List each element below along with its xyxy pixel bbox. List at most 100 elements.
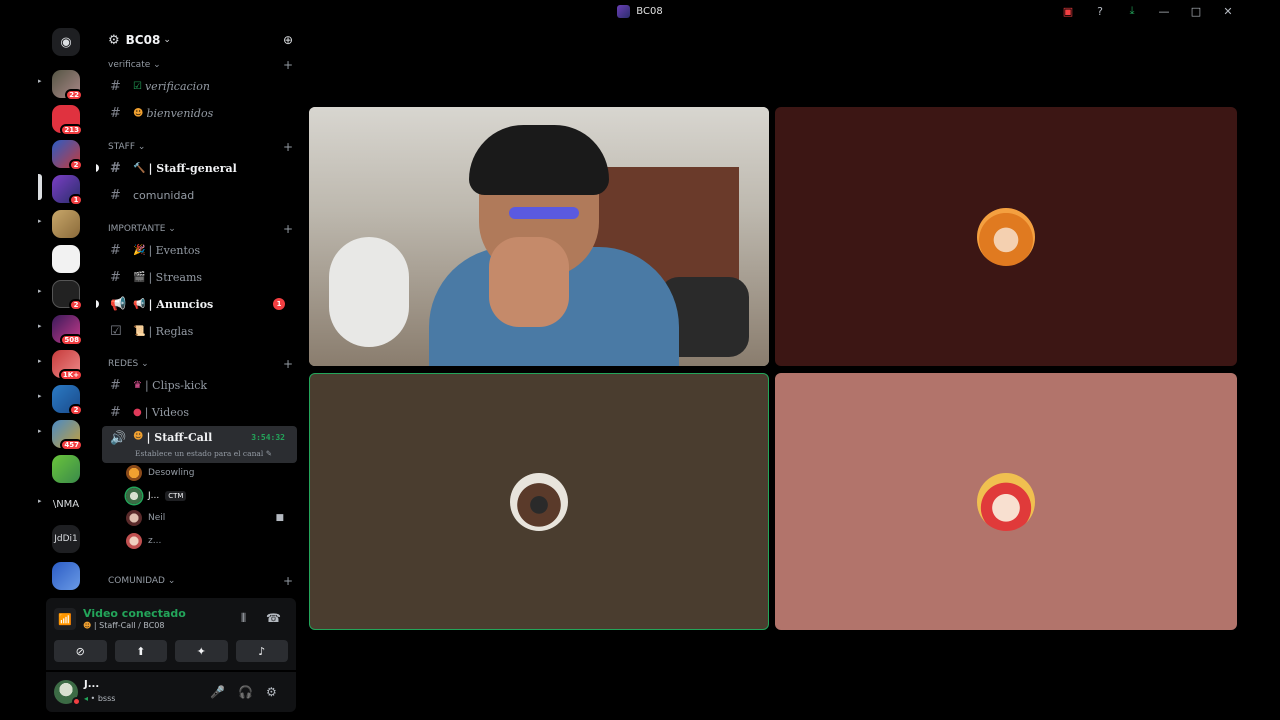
- chevron-down-icon: ⌄: [167, 576, 176, 586]
- channel-status[interactable]: Establece un estado para el canal ✎: [135, 449, 272, 458]
- voice-user[interactable]: J... CTM: [126, 485, 296, 507]
- mention-badge: 1K+: [58, 369, 83, 381]
- channel-clips-kick[interactable]: # ♛ | Clips-kick: [102, 373, 297, 397]
- screen-share-icon[interactable]: ▣: [1052, 0, 1084, 22]
- disconnect-icon[interactable]: ☎: [266, 611, 281, 625]
- server-header[interactable]: ⚙ BC08 ⌄ ⊕: [96, 28, 303, 52]
- plush-toy-shape: [329, 237, 409, 347]
- server-icon[interactable]: \NMA: [52, 490, 80, 518]
- add-channel-icon[interactable]: +: [283, 140, 293, 154]
- avatar: [126, 533, 142, 549]
- hash-icon: #: [110, 377, 121, 393]
- avatar: [977, 207, 1035, 266]
- server-icon[interactable]: [52, 562, 80, 590]
- microphone-icon[interactable]: 🎤: [210, 685, 225, 699]
- folder-arrow-icon: ▸: [38, 427, 42, 435]
- category-importante[interactable]: IMPORTANTE ⌄ +: [108, 222, 293, 236]
- user-tag: CTM: [165, 491, 187, 501]
- folder-arrow-icon: ▸: [38, 287, 42, 295]
- channel-verificacion[interactable]: # ☑ verificacion: [102, 74, 297, 98]
- soundboard-button[interactable]: ♪: [235, 640, 288, 662]
- server-text-label: JdDi1: [52, 525, 80, 553]
- category-comunidad[interactable]: COMUNIDAD ⌄ +: [108, 574, 293, 588]
- avatar: [126, 465, 142, 481]
- red-circle-emoji-icon: ●: [133, 406, 142, 418]
- channel-videos[interactable]: # ● | Videos: [102, 400, 297, 424]
- screen-share-icon: ⬆: [136, 644, 146, 658]
- category-redes[interactable]: REDES ⌄ +: [108, 357, 293, 371]
- close-button[interactable]: ✕: [1212, 0, 1244, 22]
- invite-people-icon[interactable]: ⊕: [283, 33, 293, 47]
- person-hands-shape: [489, 237, 569, 327]
- video-camera-icon: ■: [275, 513, 284, 523]
- discord-home-button[interactable]: ◉: [52, 28, 80, 56]
- mention-badge: 2: [69, 159, 83, 171]
- status-indicator: [72, 697, 81, 706]
- voice-user[interactable]: Desowling: [126, 462, 296, 484]
- channel-comunidad[interactable]: # comunidad: [102, 183, 297, 207]
- headphones-icon[interactable]: 🎧: [238, 685, 253, 699]
- connection-signal-icon[interactable]: 📶: [54, 608, 76, 630]
- add-channel-icon[interactable]: +: [283, 357, 293, 371]
- channel-reglas[interactable]: ☑ 📜 | Reglas: [102, 319, 297, 343]
- gift-emoji-icon: ♛: [133, 379, 142, 391]
- channel-eventos[interactable]: # 🎉 | Eventos: [102, 238, 297, 262]
- add-channel-icon[interactable]: +: [283, 574, 293, 588]
- voice-channel-link[interactable]: ☻ | Staff-Call / BC08: [83, 621, 164, 630]
- server-icon[interactable]: 213: [52, 105, 83, 136]
- server-icon-bc08[interactable]: 1: [52, 175, 83, 206]
- user-settings-icon[interactable]: ⚙: [266, 685, 277, 699]
- turn-off-camera-button[interactable]: ⊘: [54, 640, 107, 662]
- channel-list: verificate ⌄ + # ☑ verificacion # ☻ bien…: [96, 56, 303, 616]
- server-icon[interactable]: 1K+: [52, 350, 83, 381]
- hammer-emoji-icon: 🔨: [133, 162, 146, 174]
- video-tile-camera[interactable]: [309, 107, 769, 366]
- voice-user[interactable]: z...: [126, 530, 296, 552]
- server-icon[interactable]: 2: [52, 280, 83, 311]
- speaker-icon: ◂: [84, 694, 89, 703]
- channel-streams[interactable]: # 🎬 | Streams: [102, 265, 297, 289]
- avatar: [977, 472, 1035, 531]
- video-tile-z[interactable]: [775, 373, 1237, 630]
- channel-staff-general[interactable]: # 🔨 | Staff-general: [96, 156, 297, 180]
- user-panel: J... ◂ • bsss 🎤 🎧 ⚙: [46, 672, 296, 712]
- video-tile-desowling[interactable]: [775, 107, 1237, 366]
- channel-staff-call[interactable]: 🔊 ☻ | Staff-Call 3:54:32 Establece un es…: [102, 426, 297, 463]
- voice-user[interactable]: Neil ■: [126, 507, 296, 529]
- noise-suppression-icon[interactable]: ⫴: [241, 611, 246, 626]
- server-icon[interactable]: 2: [52, 385, 83, 416]
- channel-bienvenidos[interactable]: # ☻ bienvenidos: [102, 101, 297, 125]
- help-icon[interactable]: ?: [1084, 0, 1116, 22]
- share-screen-button[interactable]: ⬆: [114, 640, 167, 662]
- minimize-button[interactable]: —: [1148, 0, 1180, 22]
- server-icon[interactable]: 508: [52, 315, 83, 346]
- video-tile-speaking-user[interactable]: [309, 373, 769, 630]
- category-staff[interactable]: STAFF ⌄ +: [108, 140, 293, 154]
- server-icon[interactable]: [52, 455, 80, 483]
- activities-button[interactable]: ✦: [175, 640, 228, 662]
- hash-icon: #: [110, 269, 121, 285]
- server-icon[interactable]: 22: [52, 70, 83, 101]
- maximize-button[interactable]: □: [1180, 0, 1212, 22]
- server-icon[interactable]: [52, 210, 80, 238]
- server-icon[interactable]: 2: [52, 140, 83, 171]
- server-icon[interactable]: 457: [52, 420, 83, 451]
- channel-anuncios[interactable]: 📢 📢 | Anuncios 1: [96, 292, 297, 316]
- category-verificate[interactable]: verificate ⌄ +: [108, 58, 293, 72]
- server-icon[interactable]: [52, 245, 80, 273]
- smile-emoji-icon: ☻: [83, 621, 92, 630]
- server-mini-icon: [617, 4, 631, 18]
- folder-arrow-icon: ▸: [38, 497, 42, 505]
- mention-badge: 2: [69, 299, 83, 311]
- server-icon[interactable]: JdDi1: [52, 525, 80, 553]
- add-channel-icon[interactable]: +: [283, 58, 293, 72]
- chevron-down-icon: ⌄: [163, 35, 171, 45]
- add-channel-icon[interactable]: +: [283, 222, 293, 236]
- megaphone-icon: 📢: [110, 296, 127, 312]
- username: J...: [84, 679, 100, 690]
- download-icon[interactable]: ⤓: [1116, 0, 1148, 22]
- hash-icon: #: [110, 105, 121, 121]
- chevron-down-icon: ⌄: [153, 60, 161, 70]
- folder-arrow-icon: ▸: [38, 357, 42, 365]
- check-emoji-icon: ☑: [133, 80, 142, 92]
